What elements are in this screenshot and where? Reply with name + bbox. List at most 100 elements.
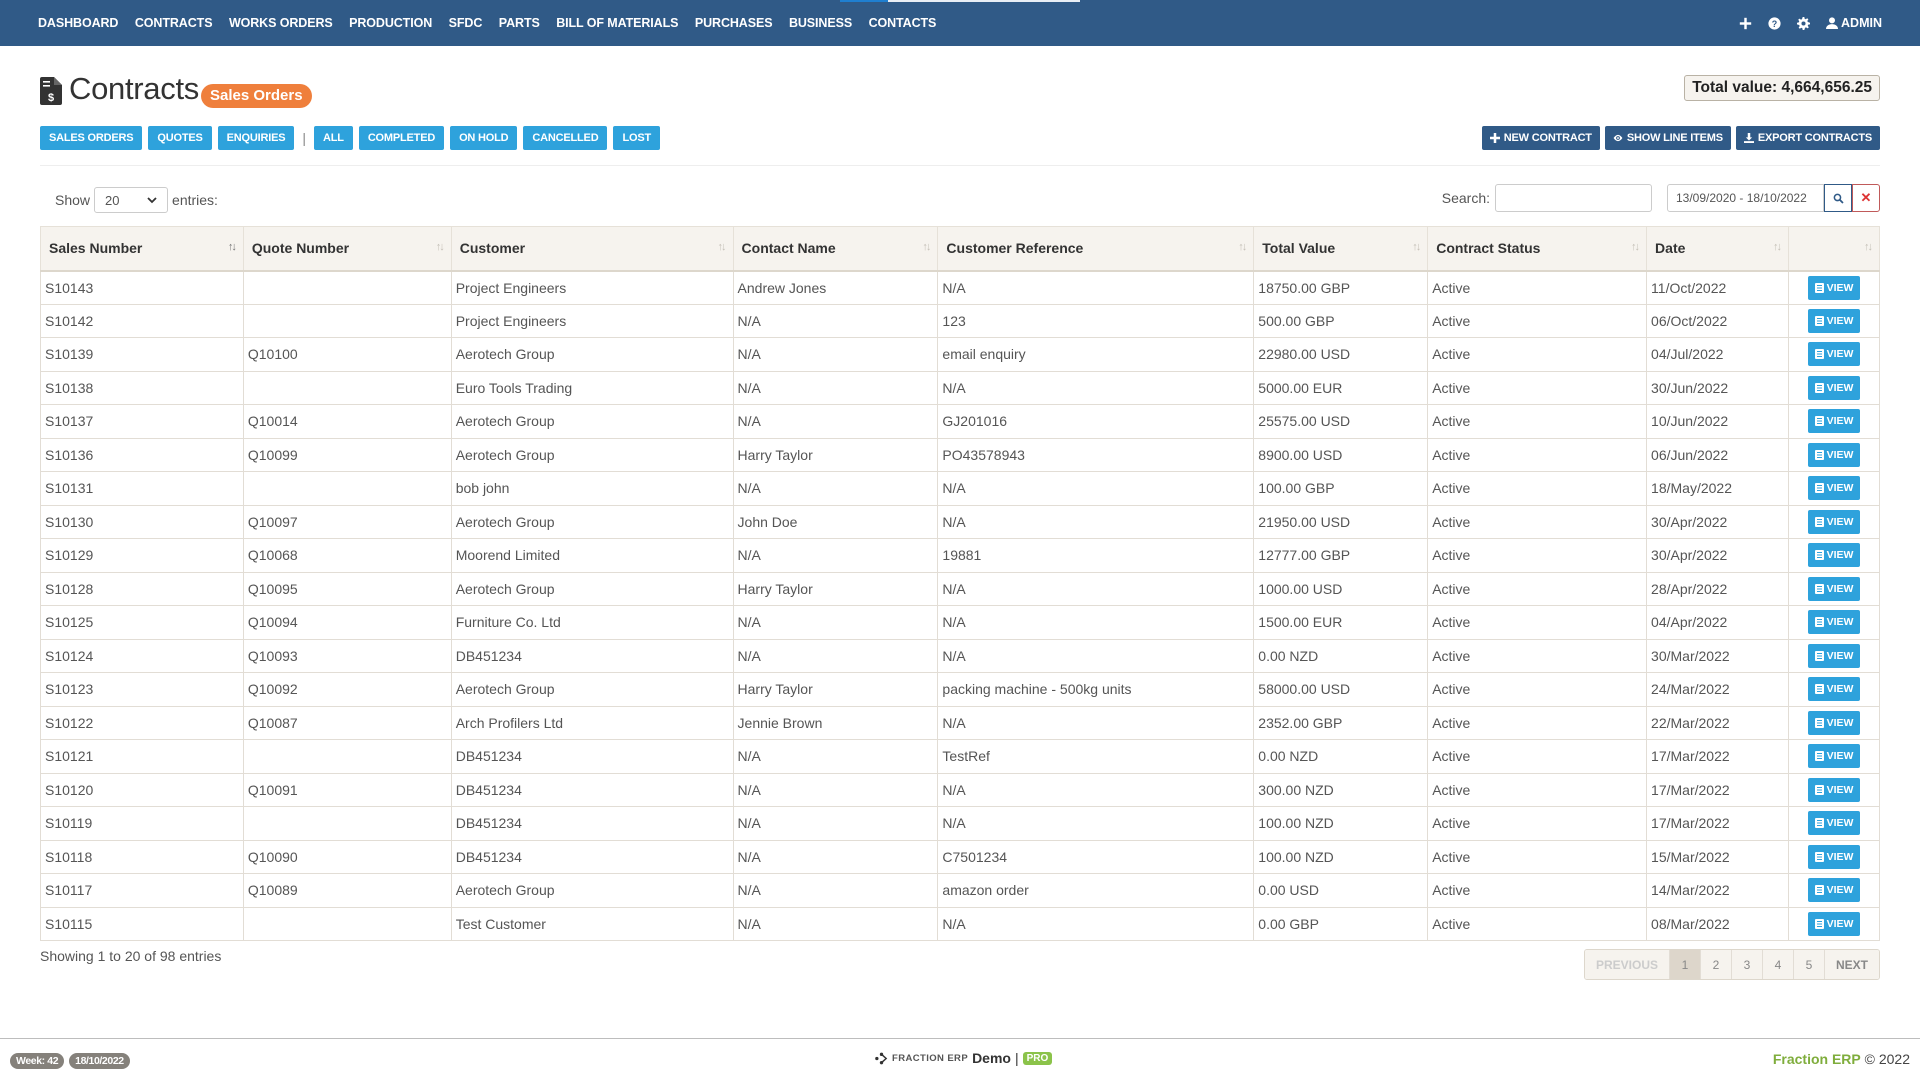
list-icon xyxy=(1814,583,1824,594)
page-button-1[interactable]: 1 xyxy=(1668,950,1700,979)
footer-badges: Week: 42 18/10/2022 xyxy=(10,1053,130,1069)
list-icon xyxy=(1814,516,1824,527)
cell-actions: VIEW xyxy=(1787,873,1881,908)
column-header-date[interactable]: Date ↑↓ xyxy=(1646,226,1789,272)
export-contracts-button[interactable]: EXPORT CONTRACTS xyxy=(1735,126,1880,150)
date-search-button[interactable] xyxy=(1824,184,1852,212)
column-header-contract-status[interactable]: Contract Status ↑↓ xyxy=(1427,226,1648,272)
filter-sales-orders[interactable]: SALES ORDERS xyxy=(40,126,143,150)
plus-icon[interactable] xyxy=(1739,17,1752,30)
nav-item-business[interactable]: BUSINESS xyxy=(789,16,852,30)
export-contracts-label: EXPORT CONTRACTS xyxy=(1757,132,1872,144)
cell-customer: Aerotech Group xyxy=(450,672,734,707)
filter-all[interactable]: ALL xyxy=(314,126,353,150)
table-row: S10128 Q10095 Aerotech Group Harry Taylor N/… xyxy=(40,571,1881,606)
next-page-button[interactable]: NEXT xyxy=(1823,950,1879,979)
filter-enquiries[interactable]: ENQUIRIES xyxy=(217,126,295,150)
filter-on-hold[interactable]: ON HOLD xyxy=(450,126,518,150)
view-button[interactable]: VIEW xyxy=(1807,476,1861,501)
view-button[interactable]: VIEW xyxy=(1807,275,1861,300)
cell-customer-reference: N/A xyxy=(937,705,1255,740)
view-button[interactable]: VIEW xyxy=(1807,911,1861,936)
cell-sales-number: S10142 xyxy=(40,303,244,338)
help-icon[interactable]: ? xyxy=(1768,16,1781,30)
cell-actions: VIEW xyxy=(1787,504,1881,539)
column-header-total-value[interactable]: Total Value ↑↓ xyxy=(1253,226,1429,272)
cell-customer-reference: N/A xyxy=(937,605,1255,640)
view-button[interactable]: VIEW xyxy=(1807,643,1861,668)
filter-cancelled[interactable]: CANCELLED xyxy=(523,126,608,150)
column-header-contact-name[interactable]: Contact Name ↑↓ xyxy=(732,226,939,272)
column-header-sales-number[interactable]: Sales Number ↑↓ xyxy=(40,226,244,272)
date-range-input[interactable]: 13/09/2020 - 18/10/2022 xyxy=(1667,184,1824,212)
view-button[interactable]: VIEW xyxy=(1807,610,1861,635)
view-button[interactable]: VIEW xyxy=(1807,509,1861,534)
cell-quote-number: Q10068 xyxy=(242,538,452,573)
view-button[interactable]: VIEW xyxy=(1807,576,1861,601)
cell-total-value: 58000.00 USD xyxy=(1253,672,1429,707)
page-button-3[interactable]: 3 xyxy=(1730,950,1762,979)
nav-item-sfdc[interactable]: SFDC xyxy=(449,16,483,30)
brand-name: Fraction ERP xyxy=(1772,1051,1861,1067)
admin-menu[interactable]: ADMIN xyxy=(1826,16,1882,30)
page-button-4[interactable]: 4 xyxy=(1761,950,1793,979)
entries-select[interactable]: 20 xyxy=(94,187,169,213)
view-button[interactable]: VIEW xyxy=(1807,677,1861,702)
view-button[interactable]: VIEW xyxy=(1807,375,1861,400)
view-button[interactable]: VIEW xyxy=(1807,777,1861,802)
cell-contact-name: Andrew Jones xyxy=(732,270,939,305)
view-button[interactable]: VIEW xyxy=(1807,409,1861,434)
view-button[interactable]: VIEW xyxy=(1807,710,1861,735)
cell-customer: DB451234 xyxy=(450,839,734,874)
cell-customer-reference: TestRef xyxy=(937,739,1255,774)
nav-item-contracts[interactable]: CONTRACTS xyxy=(135,16,213,30)
page-button-5[interactable]: 5 xyxy=(1792,950,1824,979)
previous-page-button[interactable]: PREVIOUS xyxy=(1584,950,1669,979)
cell-contract-status: Active xyxy=(1427,605,1648,640)
nav-item-bill-of-materials[interactable]: BILL OF MATERIALS xyxy=(556,16,678,30)
cell-actions: VIEW xyxy=(1787,404,1881,439)
table-row: S10122 Q10087 Arch Profilers Ltd Jennie Bro… xyxy=(40,705,1881,740)
cell-customer-reference: email enquiry xyxy=(937,337,1255,372)
nav-item-production[interactable]: PRODUCTION xyxy=(349,16,432,30)
column-header-customer[interactable]: Customer ↑↓ xyxy=(450,226,734,272)
search-input[interactable] xyxy=(1495,184,1652,212)
view-button[interactable]: VIEW xyxy=(1807,308,1861,333)
nav-item-purchases[interactable]: PURCHASES xyxy=(695,16,773,30)
cell-total-value: 22980.00 USD xyxy=(1253,337,1429,372)
nav-item-parts[interactable]: PARTS xyxy=(499,16,540,30)
view-button[interactable]: VIEW xyxy=(1807,811,1861,836)
cell-sales-number: S10125 xyxy=(40,605,244,640)
filter-lost[interactable]: LOST xyxy=(613,126,660,150)
nav-item-contacts[interactable]: CONTACTS xyxy=(869,16,937,30)
filter-completed[interactable]: COMPLETED xyxy=(358,126,445,150)
cell-total-value: 21950.00 USD xyxy=(1253,504,1429,539)
gear-icon[interactable] xyxy=(1797,16,1811,30)
admin-label: ADMIN xyxy=(1841,16,1882,30)
view-label: VIEW xyxy=(1826,582,1854,595)
filter-quotes[interactable]: QUOTES xyxy=(148,126,212,150)
view-button[interactable]: VIEW xyxy=(1807,744,1861,769)
view-button[interactable]: VIEW xyxy=(1807,442,1861,467)
view-button[interactable]: VIEW xyxy=(1807,342,1861,367)
cell-customer: Aerotech Group xyxy=(450,504,734,539)
nav-item-dashboard[interactable]: DASHBOARD xyxy=(38,16,118,30)
list-icon xyxy=(1814,684,1824,695)
cell-total-value: 0.00 USD xyxy=(1253,873,1429,908)
view-button[interactable]: VIEW xyxy=(1807,543,1861,568)
cell-contract-status: Active xyxy=(1427,404,1648,439)
date-clear-button[interactable]: ✕ xyxy=(1852,184,1880,212)
view-label: VIEW xyxy=(1826,850,1854,863)
cell-customer: Aerotech Group xyxy=(450,337,734,372)
show-line-items-button[interactable]: SHOW LINE ITEMS xyxy=(1604,126,1731,150)
view-button[interactable]: VIEW xyxy=(1807,844,1861,869)
new-contract-button[interactable]: NEW CONTRACT xyxy=(1481,126,1600,150)
column-header-quote-number[interactable]: Quote Number ↑↓ xyxy=(242,226,452,272)
column-header-customer-reference[interactable]: Customer Reference ↑↓ xyxy=(937,226,1255,272)
column-header-actions[interactable]: ↑↓ xyxy=(1787,226,1881,272)
nav-item-works-orders[interactable]: WORKS ORDERS xyxy=(229,16,333,30)
cell-customer-reference: N/A xyxy=(937,772,1255,807)
view-button[interactable]: VIEW xyxy=(1807,878,1861,903)
page-button-2[interactable]: 2 xyxy=(1699,950,1731,979)
total-value: Total value: 4,664,656.25 xyxy=(1684,75,1880,101)
